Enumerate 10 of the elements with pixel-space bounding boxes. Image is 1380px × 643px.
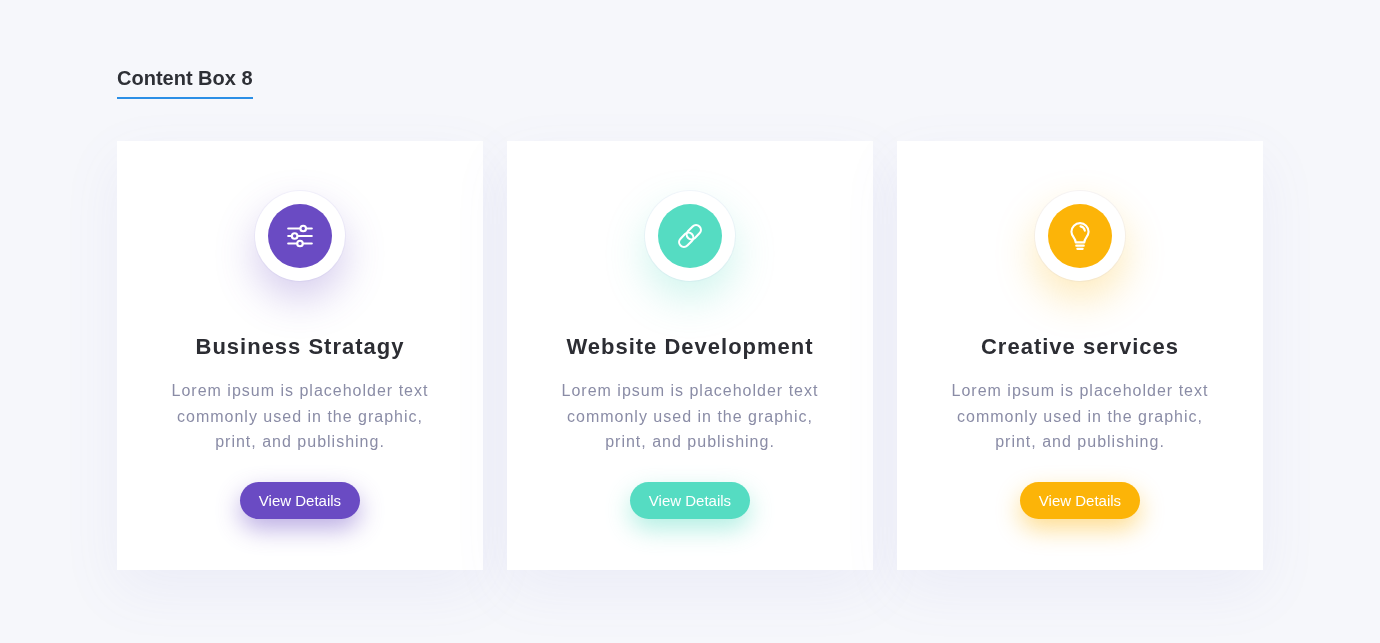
view-details-button[interactable]: View Details <box>240 481 360 519</box>
section-title: Content Box 8 <box>117 66 253 99</box>
card-description: Lorem ipsum is placeholder text commonly used in the graphic, print, and publishing. <box>170 381 430 452</box>
card-title: Website Development <box>566 333 814 361</box>
card-description: Lorem ipsum is placeholder text commonly used in the graphic, print, and publishing. <box>560 381 820 452</box>
view-details-button[interactable]: View Details <box>1020 481 1140 519</box>
card-title: Creative services <box>981 333 1179 361</box>
view-details-button[interactable]: View Details <box>630 481 750 519</box>
card-title: Business Stratagy <box>195 333 405 361</box>
card-description: Lorem ipsum is placeholder text commonly used in the graphic, print, and publishing. <box>950 381 1210 452</box>
